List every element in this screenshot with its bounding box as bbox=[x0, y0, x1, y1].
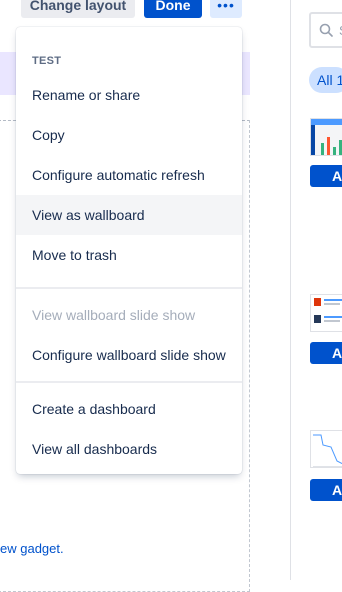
menu-item-rename-or-share[interactable]: Rename or share bbox=[16, 75, 242, 115]
menu-item-view-wallboard-slide-show: View wallboard slide show bbox=[32, 307, 196, 323]
menu-item-view-all-dashboards[interactable]: View all dashboards bbox=[16, 429, 242, 469]
menu-item-configure-wallboard-slide-show[interactable]: Configure wallboard slide show bbox=[16, 335, 242, 375]
menu-item-copy[interactable]: Copy bbox=[16, 115, 242, 155]
menu-divider bbox=[16, 381, 242, 383]
menu-item-configure-automatic-refresh[interactable]: Configure automatic refresh bbox=[16, 155, 242, 195]
add-gadget-button[interactable]: A bbox=[310, 342, 342, 364]
gadget-thumbnail-activity bbox=[310, 294, 342, 332]
gadget-thumbnail-chart bbox=[310, 118, 342, 156]
gadget-thumbnail-graph bbox=[310, 430, 342, 468]
dashboard-actions-menu: TEST Rename or share Copy Configure auto… bbox=[16, 27, 242, 474]
gadget-search-input[interactable]: S bbox=[309, 12, 342, 48]
menu-item-view-as-wallboard[interactable]: View as wallboard bbox=[16, 195, 242, 235]
done-button[interactable]: Done bbox=[144, 0, 202, 18]
menu-divider bbox=[16, 287, 242, 289]
menu-item-create-a-dashboard[interactable]: Create a dashboard bbox=[16, 389, 242, 429]
panel-divider bbox=[290, 0, 291, 580]
add-gadget-button[interactable]: A bbox=[310, 165, 342, 187]
add-gadget-link[interactable]: ew gadget. bbox=[0, 541, 64, 556]
change-layout-button[interactable]: Change layout bbox=[21, 0, 135, 18]
more-actions-button[interactable]: ••• bbox=[210, 0, 242, 18]
add-gadget-button[interactable]: A bbox=[310, 479, 342, 501]
menu-section-heading: TEST bbox=[32, 55, 62, 67]
filter-all-chip[interactable]: All 1 bbox=[309, 67, 342, 93]
menu-item-move-to-trash[interactable]: Move to trash bbox=[16, 235, 242, 275]
search-icon bbox=[319, 23, 333, 37]
